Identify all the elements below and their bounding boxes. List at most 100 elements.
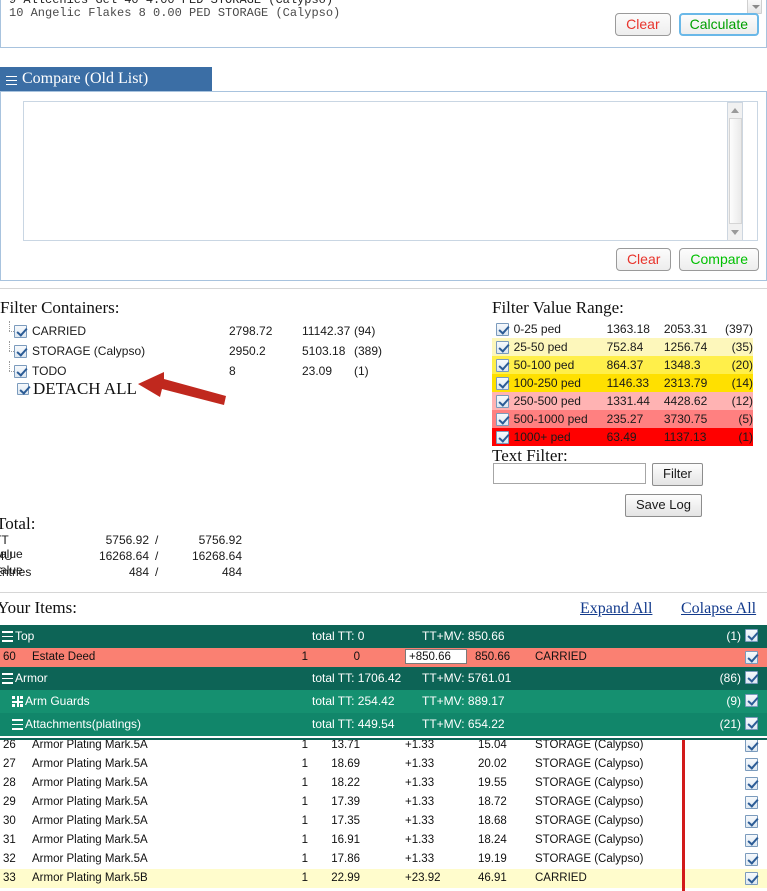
filter-container-checkbox[interactable] xyxy=(14,344,27,358)
item-group-checkbox[interactable] xyxy=(745,629,758,642)
range-checkbox[interactable] xyxy=(496,395,510,409)
range-checkbox[interactable] xyxy=(496,413,510,427)
range-checkbox-cell[interactable] xyxy=(492,356,514,374)
range-checkbox[interactable] xyxy=(496,431,510,445)
compare-textarea-scrollbar[interactable] xyxy=(727,102,743,241)
filter-value-range-row[interactable]: 500-1000 ped 235.27 3730.75 (5) xyxy=(492,410,753,428)
item-row[interactable]: 29 Armor Plating Mark.5A 1 17.39 +1.33 18.72 S… xyxy=(0,793,767,812)
collapse-icon[interactable] xyxy=(2,631,13,642)
filter-value-range-row[interactable]: 1000+ ped 63.49 1137.13 (1) xyxy=(492,428,753,446)
item-group-row[interactable]: Attachments(platings) total TT: 449.54 TT+… xyxy=(0,713,767,736)
item-row[interactable]: 30 Armor Plating Mark.5A 1 17.35 +1.33 18.68 S… xyxy=(0,812,767,831)
item-total-value: 46.91 xyxy=(478,872,507,884)
filter-container-checkbox[interactable] xyxy=(14,364,27,378)
item-group-row[interactable]: Top total TT: 0 TT+MV: 850.66 (1) xyxy=(0,625,767,648)
item-group-checkbox[interactable] xyxy=(745,694,758,707)
range-checkbox[interactable] xyxy=(496,359,510,373)
expand-icon[interactable] xyxy=(12,696,23,707)
item-total-value: 18.68 xyxy=(478,815,507,827)
item-checkbox[interactable] xyxy=(745,758,758,771)
total-value-current: 16268.64 xyxy=(98,549,149,563)
scroll-down-arrow-icon[interactable] xyxy=(731,230,739,235)
text-filter-input[interactable] xyxy=(493,463,646,484)
detach-all-checkbox[interactable] xyxy=(17,383,29,395)
range-checkbox-cell[interactable] xyxy=(492,410,514,428)
item-group-name: Attachments(platings) xyxy=(25,717,142,731)
filter-container-checkbox[interactable] xyxy=(14,324,27,338)
item-checkbox[interactable] xyxy=(745,834,758,847)
range-checkbox[interactable] xyxy=(496,341,510,355)
filter-value-range-row[interactable]: 25-50 ped 752.84 1256.74 (35) xyxy=(492,338,753,356)
range-checkbox-cell[interactable] xyxy=(492,338,514,356)
calculate-button-row: Clear Calculate xyxy=(615,13,759,36)
item-checkbox[interactable] xyxy=(745,815,758,828)
range-label: 250-500 ped xyxy=(513,394,581,408)
scroll-up-arrow-icon[interactable] xyxy=(731,108,739,113)
item-checkbox[interactable] xyxy=(745,651,758,664)
compare-textarea[interactable] xyxy=(23,101,758,241)
item-group-checkbox[interactable] xyxy=(745,717,758,730)
item-group-name: Armor xyxy=(15,671,48,685)
filter-container-row[interactable]: TODO 8 23.09 (1) xyxy=(9,361,474,381)
compare-button[interactable]: Compare xyxy=(679,248,759,271)
range-count: (1) xyxy=(738,430,753,444)
item-row[interactable]: 28 Armor Plating Mark.5A 1 18.22 +1.33 19.55 S… xyxy=(0,774,767,793)
scrollbar-down-arrow[interactable] xyxy=(747,0,762,14)
filter-value-range-row[interactable]: 50-100 ped 864.37 1348.3 (20) xyxy=(492,356,753,374)
item-checkbox[interactable] xyxy=(745,796,758,809)
expand-all-link[interactable]: Expand All xyxy=(580,600,652,618)
item-group-row[interactable]: Arm Guards total TT: 254.42 TT+MV: 889.17 (… xyxy=(0,690,767,713)
range-mv-value: 3730.75 xyxy=(663,412,708,426)
item-total-value: 19.55 xyxy=(478,777,507,789)
range-checkbox-cell[interactable] xyxy=(492,428,514,446)
range-checkbox-cell[interactable] xyxy=(492,392,514,410)
filter-button[interactable]: Filter xyxy=(652,463,703,486)
filter-container-row[interactable]: STORAGE (Calypso) 2950.2 5103.18 (389) xyxy=(9,341,474,361)
item-checkbox[interactable] xyxy=(745,777,758,790)
range-checkbox[interactable] xyxy=(496,323,510,337)
item-checkbox[interactable] xyxy=(745,739,758,752)
range-mv-value: 2313.79 xyxy=(663,376,708,390)
item-group-row[interactable]: Armor total TT: 1706.42 TT+MV: 5761.01 (86) xyxy=(0,667,767,690)
scrollbar-thumb[interactable] xyxy=(729,118,742,224)
item-tt-value: 0 xyxy=(353,651,360,663)
calculate-button[interactable]: Calculate xyxy=(678,13,759,36)
item-checkbox[interactable] xyxy=(745,872,758,885)
filter-value-range-row[interactable]: 250-500 ped 1331.44 4428.62 (12) xyxy=(492,392,753,410)
item-index: 31 xyxy=(3,834,16,846)
item-quantity: 1 xyxy=(301,796,308,808)
filter-container-row[interactable]: CARRIED 2798.72 11142.37 (94) xyxy=(9,321,474,341)
clear-button-compare[interactable]: Clear xyxy=(615,248,672,271)
item-row[interactable]: 32 Armor Plating Mark.5A 1 17.86 +1.33 19.19 S… xyxy=(0,850,767,869)
collapse-icon[interactable] xyxy=(2,673,13,684)
item-group-total-tt: total TT: 449.54 xyxy=(312,717,395,731)
item-quantity: 1 xyxy=(301,834,308,846)
save-log-button[interactable]: Save Log xyxy=(625,494,702,517)
filter-value-range-row[interactable]: 0-25 ped 1363.18 2053.31 (397) xyxy=(492,320,753,338)
item-markup-value[interactable]: +850.66 xyxy=(405,649,467,664)
item-row[interactable]: 60 Estate Deed 1 0 +850.66 850.66 CARRIED xyxy=(0,648,767,667)
total-value-current: 5756.92 xyxy=(105,533,149,547)
range-tt-value: 1146.33 xyxy=(606,376,650,390)
item-checkbox[interactable] xyxy=(745,853,758,866)
collapse-icon[interactable] xyxy=(12,719,23,730)
collapse-all-link[interactable]: Colapse All xyxy=(681,600,756,618)
compare-section-header[interactable]: Compare (Old List) xyxy=(0,67,212,91)
item-group-checkbox[interactable] xyxy=(745,671,758,684)
range-checkbox[interactable] xyxy=(496,377,510,391)
item-row[interactable]: 33 Armor Plating Mark.5B 1 22.99 +23.92 46.91… xyxy=(0,869,767,888)
detach-all-row[interactable]: DETACH ALL xyxy=(17,379,137,399)
tree-line xyxy=(6,321,14,341)
range-label: 0-25 ped xyxy=(513,322,561,336)
item-markup-value: +23.92 xyxy=(405,872,441,884)
range-checkbox-cell[interactable] xyxy=(492,374,514,392)
item-row[interactable]: 31 Armor Plating Mark.5A 1 16.91 +1.33 18.24 S… xyxy=(0,831,767,850)
clear-button-top[interactable]: Clear xyxy=(615,13,671,36)
range-mv-value: 1256.74 xyxy=(663,340,708,354)
filter-value-range-row[interactable]: 100-250 ped 1146.33 2313.79 (14) xyxy=(492,374,753,392)
red-annotation-arrow-icon xyxy=(138,372,226,405)
item-name: Armor Plating Mark.5A xyxy=(32,796,148,808)
item-name: Armor Plating Mark.5A xyxy=(32,758,148,770)
range-checkbox-cell[interactable] xyxy=(492,320,514,338)
item-row[interactable]: 27 Armor Plating Mark.5A 1 18.69 +1.33 20.02 S… xyxy=(0,755,767,774)
